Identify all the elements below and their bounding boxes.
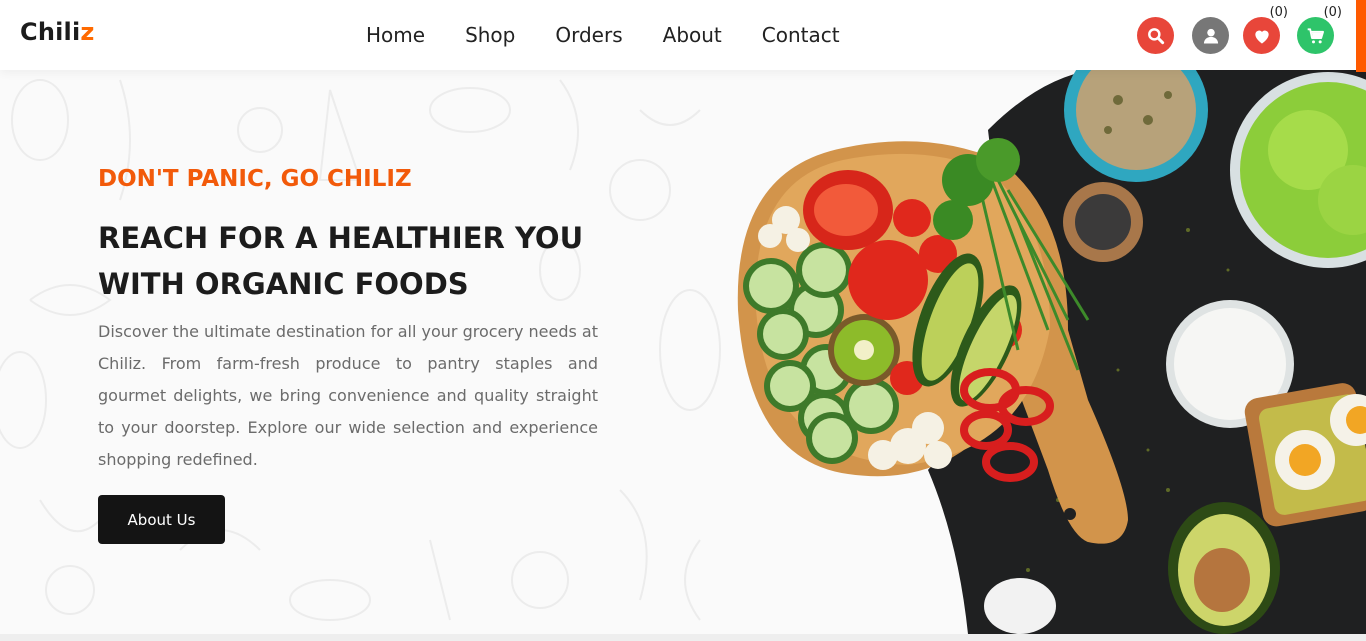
wishlist-count: (0) [1269,5,1288,20]
brand-name-accent: z [80,18,95,46]
search-icon [1147,27,1164,44]
account-button[interactable] [1192,17,1229,54]
hero-headline-line2: WITH ORGANIC FOODS [98,267,469,301]
nav-home[interactable]: Home [366,23,425,47]
hero-headline: REACH FOR A HEALTHIER YOU WITH ORGANIC F… [98,215,618,307]
cart-count: (0) [1323,5,1342,20]
hero-description: Discover the ultimate destination for al… [98,322,598,469]
hero-headline-line1: REACH FOR A HEALTHIER YOU [98,221,584,255]
cart-icon [1307,27,1324,43]
scroll-indicator [1356,0,1366,72]
cart-button[interactable]: (0) [1297,5,1342,54]
heart-icon [1254,30,1269,43]
user-icon [1203,28,1218,43]
brand-name: Chili [20,18,81,46]
search-button[interactable] [1137,17,1174,54]
nav-orders[interactable]: Orders [555,23,622,47]
nav-about[interactable]: About [663,23,722,47]
nav-contact[interactable]: Contact [762,23,840,47]
site-header: Chiliz Home Shop Orders About Contact (0… [0,0,1366,70]
brand-logo[interactable]: Chiliz [20,18,95,46]
wishlist-button[interactable]: (0) [1243,5,1288,54]
about-us-button[interactable]: About Us [98,495,225,544]
hero-tagline: DON'T PANIC, GO CHILIZ [98,166,412,192]
section-divider [0,634,1366,641]
nav-shop[interactable]: Shop [465,23,515,47]
main-nav: Home Shop Orders About Contact [366,0,840,70]
hero-section: DON'T PANIC, GO CHILIZ REACH FOR A HEALT… [0,70,1366,634]
hero-food-image [737,70,1366,634]
